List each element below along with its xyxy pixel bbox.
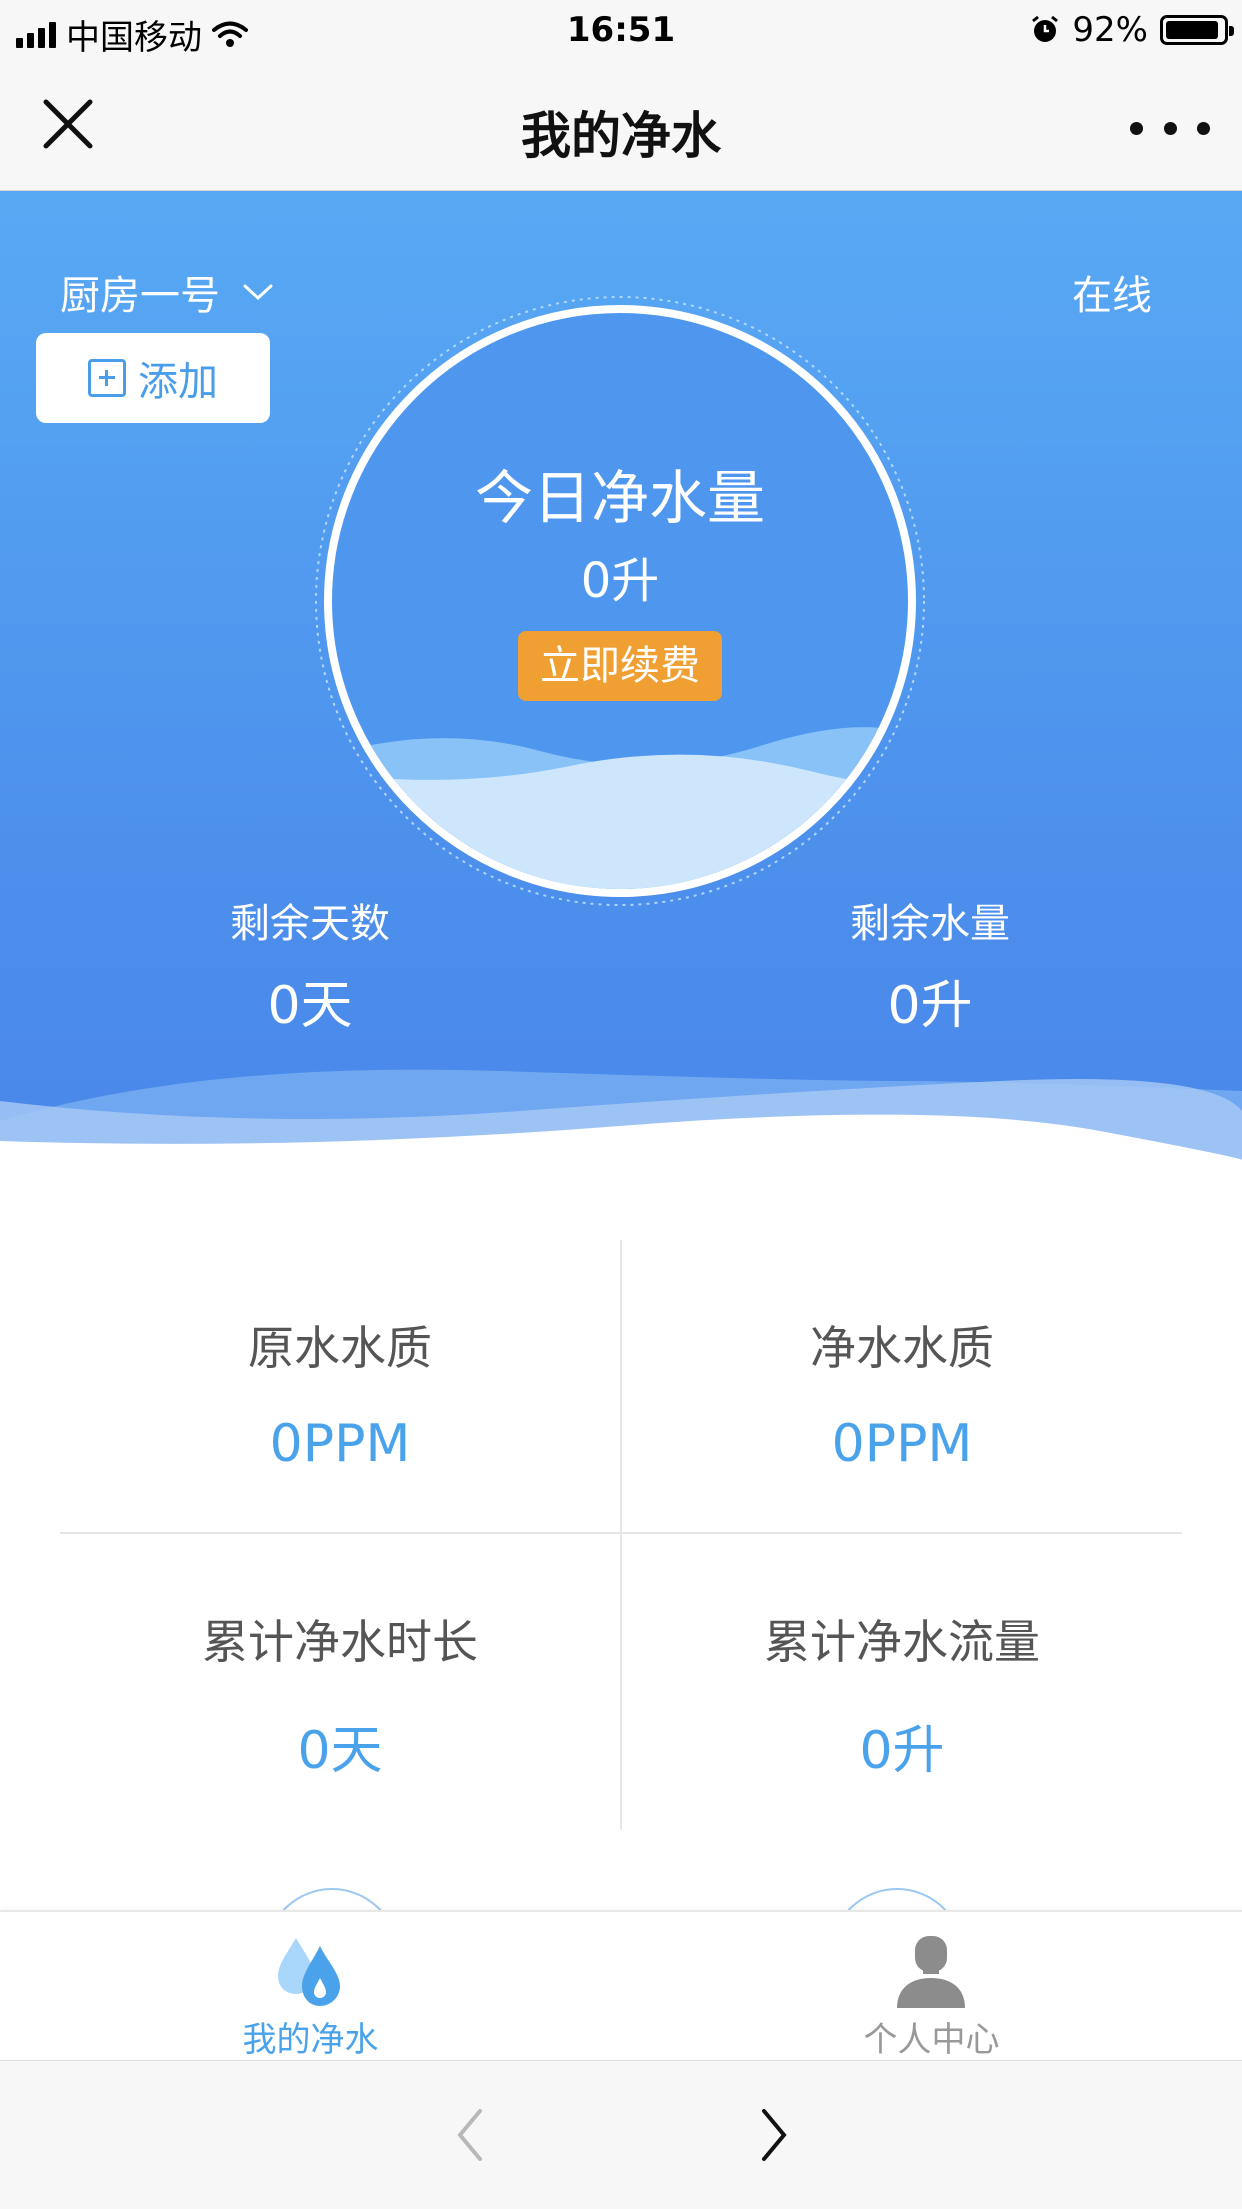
forward-button[interactable] [742,2105,802,2165]
tab-my-water[interactable]: 我的净水 [0,1912,621,2062]
remaining-days-value: 0天 [267,976,353,1036]
battery-percent: 92% [1072,10,1148,50]
stats-grid: 原水水质 0PPM 净水水质 0PPM 累计净水时长 0天 累计净水流量 0升 [60,1240,1182,1830]
grid-divider-horizontal [60,1532,1182,1534]
hero-wave [0,1069,1242,1171]
water-drops-icon [278,1938,340,2006]
hero-panel: 厨房一号 在线 添加 今日净水量 0升 立即续费 剩余天数 0天 剩余水量 0升 [0,191,1242,1171]
status-right: 92% [1030,10,1234,50]
page-title: 我的净水 [521,107,721,165]
user-avatar-icon [897,1936,965,2008]
add-button-label: 添加 [138,359,218,405]
device-name-label: 厨房一号 [60,273,220,319]
chevron-down-icon [243,284,273,301]
device-selector[interactable]: 厨房一号 [60,263,274,321]
stat-cell: 累计净水流量 0升 [622,1606,1182,1783]
tab-label: 个人中心 [863,2020,1000,2060]
renew-button[interactable]: 立即续费 [518,631,722,701]
tab-bar: 我的净水 个人中心 [0,1910,1242,2062]
tab-profile[interactable]: 个人中心 [621,1912,1242,2062]
stat-label: 累计净水时长 [202,1615,478,1669]
stat-label: 原水水质 [248,1321,432,1375]
stat-value: 0PPM [269,1414,411,1474]
gauge-value: 0升 [580,553,660,609]
tab-label: 我的净水 [242,2020,379,2060]
more-dot-icon [1163,121,1177,135]
more-dot-icon [1130,121,1143,135]
nav-bar: 我的净水 [0,62,1242,191]
remaining-water-label: 剩余水量 [850,901,1010,947]
stat-cell: 原水水质 0PPM [60,1312,620,1474]
stat-value: 0升 [859,1721,945,1781]
remaining-days-label: 剩余天数 [230,901,390,947]
remaining-water-value: 0升 [887,976,973,1036]
chevron-right-icon [762,2109,787,2161]
alarm-icon [1032,15,1059,42]
status-bar: 中国移动 16:51 92% [0,0,1242,62]
plus-icon [88,359,126,397]
browser-toolbar [0,2060,1242,2209]
add-device-button[interactable]: 添加 [36,333,270,423]
battery-icon [1160,15,1234,45]
stat-value: 0天 [297,1721,383,1781]
back-button[interactable] [442,2105,502,2165]
stat-cell: 净水水质 0PPM [622,1312,1182,1474]
device-status: 在线 [1072,273,1152,319]
stat-cell: 累计净水时长 0天 [60,1606,620,1783]
chevron-left-icon [457,2109,482,2161]
gauge-label: 今日净水量 [474,464,765,532]
stat-label: 累计净水流量 [764,1615,1040,1669]
more-dot-icon [1197,121,1210,135]
stat-value: 0PPM [831,1414,973,1474]
more-button[interactable] [1130,108,1210,148]
stat-label: 净水水质 [810,1321,994,1375]
